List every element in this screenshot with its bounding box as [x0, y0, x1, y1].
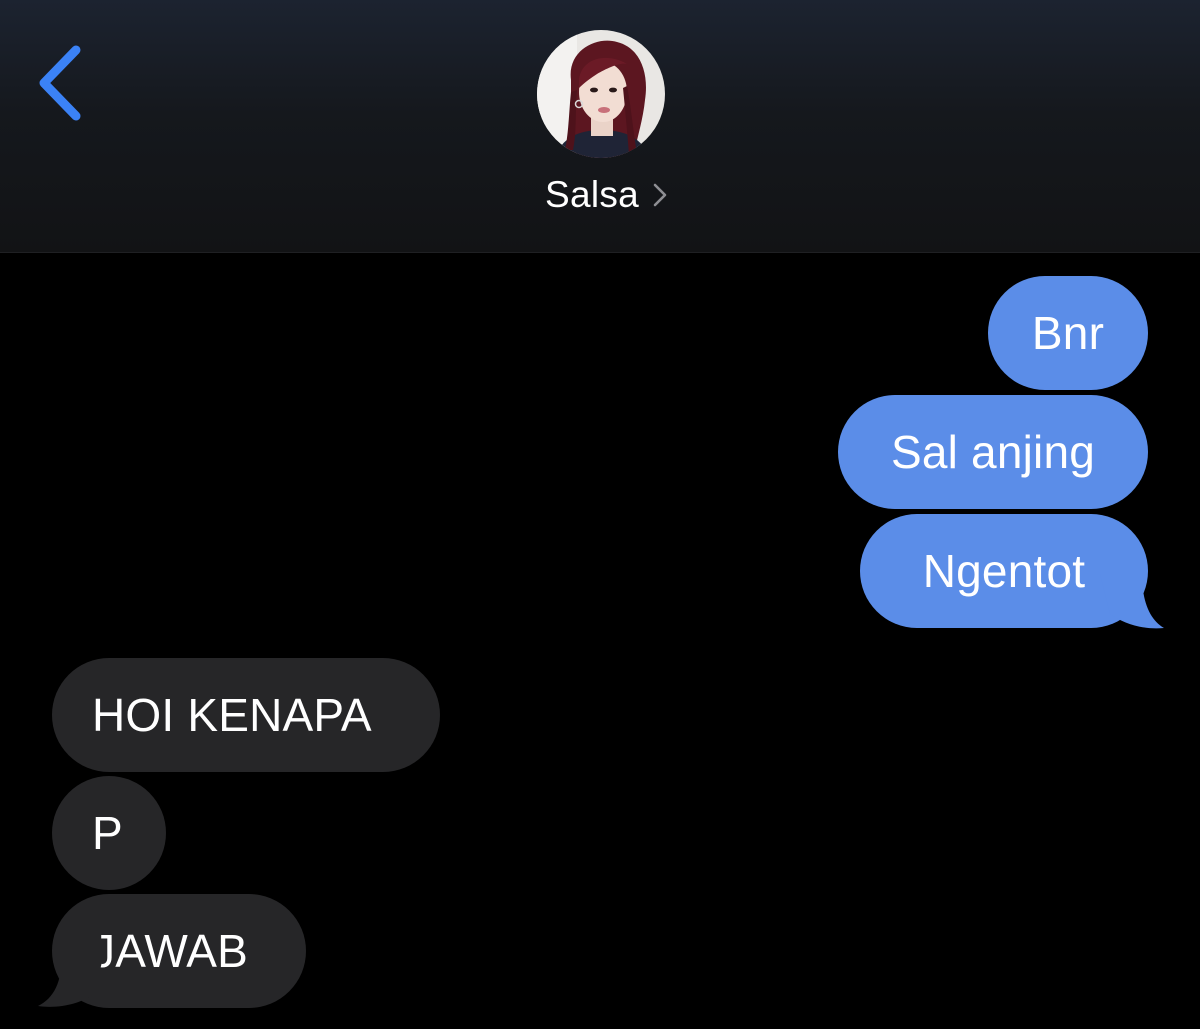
message-text: Sal anjing [890, 426, 1096, 478]
received-bubble-tail [38, 954, 104, 1007]
message-text: HOI KENAPA [92, 689, 372, 741]
message-text: Ngentot [922, 545, 1086, 597]
chevron-right-icon [653, 183, 667, 207]
message-text: JAWAB [92, 925, 249, 977]
received-message[interactable]: P [52, 776, 166, 890]
message-text: P [92, 807, 123, 859]
back-button[interactable] [30, 40, 94, 126]
sent-bubble-tail [1100, 574, 1164, 629]
sent-message[interactable]: Bnr [988, 276, 1148, 390]
received-message[interactable]: HOI KENAPA [52, 658, 440, 772]
avatar-photo [537, 30, 665, 158]
messages-screen: Salsa Bnr Sal anjing Ngentot HOI KENAPA … [0, 0, 1200, 1029]
conversation-header: Salsa [0, 0, 1200, 253]
contact-name-row[interactable]: Salsa [0, 168, 1200, 222]
sent-message[interactable]: Sal anjing [838, 395, 1148, 509]
message-text: Bnr [1031, 307, 1105, 359]
contact-avatar[interactable] [537, 30, 665, 158]
chevron-left-icon [39, 45, 81, 121]
contact-name: Salsa [544, 174, 640, 215]
